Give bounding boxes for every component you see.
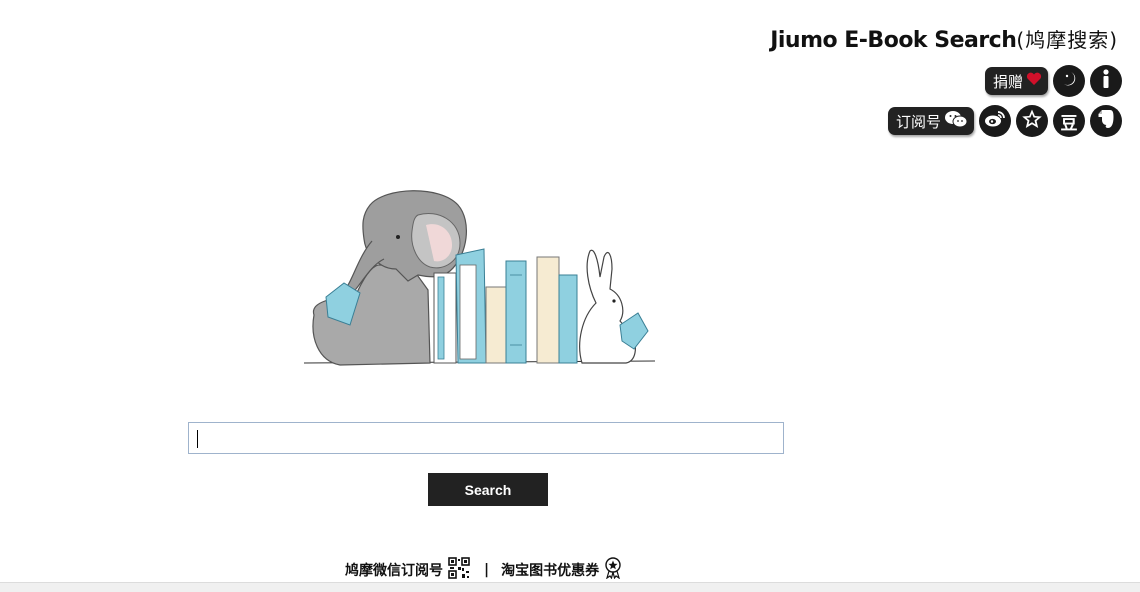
wechat-subscription-link[interactable]: 鸠摩微信订阅号: [345, 557, 470, 583]
wechat-subscription-label: 鸠摩微信订阅号: [345, 563, 443, 579]
night-mode-button[interactable]: [1053, 65, 1085, 97]
wechat-icon: [944, 110, 968, 132]
toolbar-row-2: 订阅号 豆: [887, 105, 1122, 137]
weibo-button[interactable]: [979, 105, 1011, 137]
weibo-icon: [984, 110, 1006, 132]
footer-separator: |: [484, 562, 490, 578]
subscribe-button[interactable]: 订阅号: [887, 107, 974, 135]
evernote-button[interactable]: [1090, 105, 1122, 137]
reading-elephant-bunny-illustration: [303, 190, 656, 366]
site-title-en: Jiumo E-Book Search: [770, 28, 1017, 53]
douban-icon: 豆: [1060, 113, 1078, 134]
donate-button[interactable]: 捐赠: [984, 67, 1048, 95]
badge-star-icon: [604, 557, 622, 583]
douban-button[interactable]: 豆: [1053, 105, 1085, 137]
star-button[interactable]: [1016, 105, 1048, 137]
taobao-coupon-link[interactable]: 淘宝图书优惠券: [501, 557, 622, 583]
footer-links: 鸠摩微信订阅号 | 淘宝图书优惠券: [345, 557, 622, 583]
taobao-coupon-label: 淘宝图书优惠券: [501, 563, 600, 579]
donate-label: 捐赠: [992, 72, 1023, 91]
site-title: Jiumo E-Book Search(鸠摩搜索): [770, 24, 1118, 53]
evernote-icon: [1097, 108, 1115, 134]
info-button[interactable]: [1090, 65, 1122, 97]
qr-code-icon: [448, 557, 470, 583]
browser-status-strip: [0, 582, 1140, 592]
night-mode-icon: [1059, 69, 1079, 93]
search-button[interactable]: Search: [428, 473, 548, 506]
site-title-cn: (鸠摩搜索): [1016, 28, 1118, 52]
subscribe-label: 订阅号: [895, 112, 941, 131]
toolbar-row-1: 捐赠: [984, 65, 1122, 97]
search-input[interactable]: [188, 422, 784, 454]
heart-icon: [1026, 72, 1042, 90]
text-caret: [197, 430, 198, 448]
info-icon: [1096, 68, 1116, 94]
star-icon: [1021, 108, 1043, 134]
